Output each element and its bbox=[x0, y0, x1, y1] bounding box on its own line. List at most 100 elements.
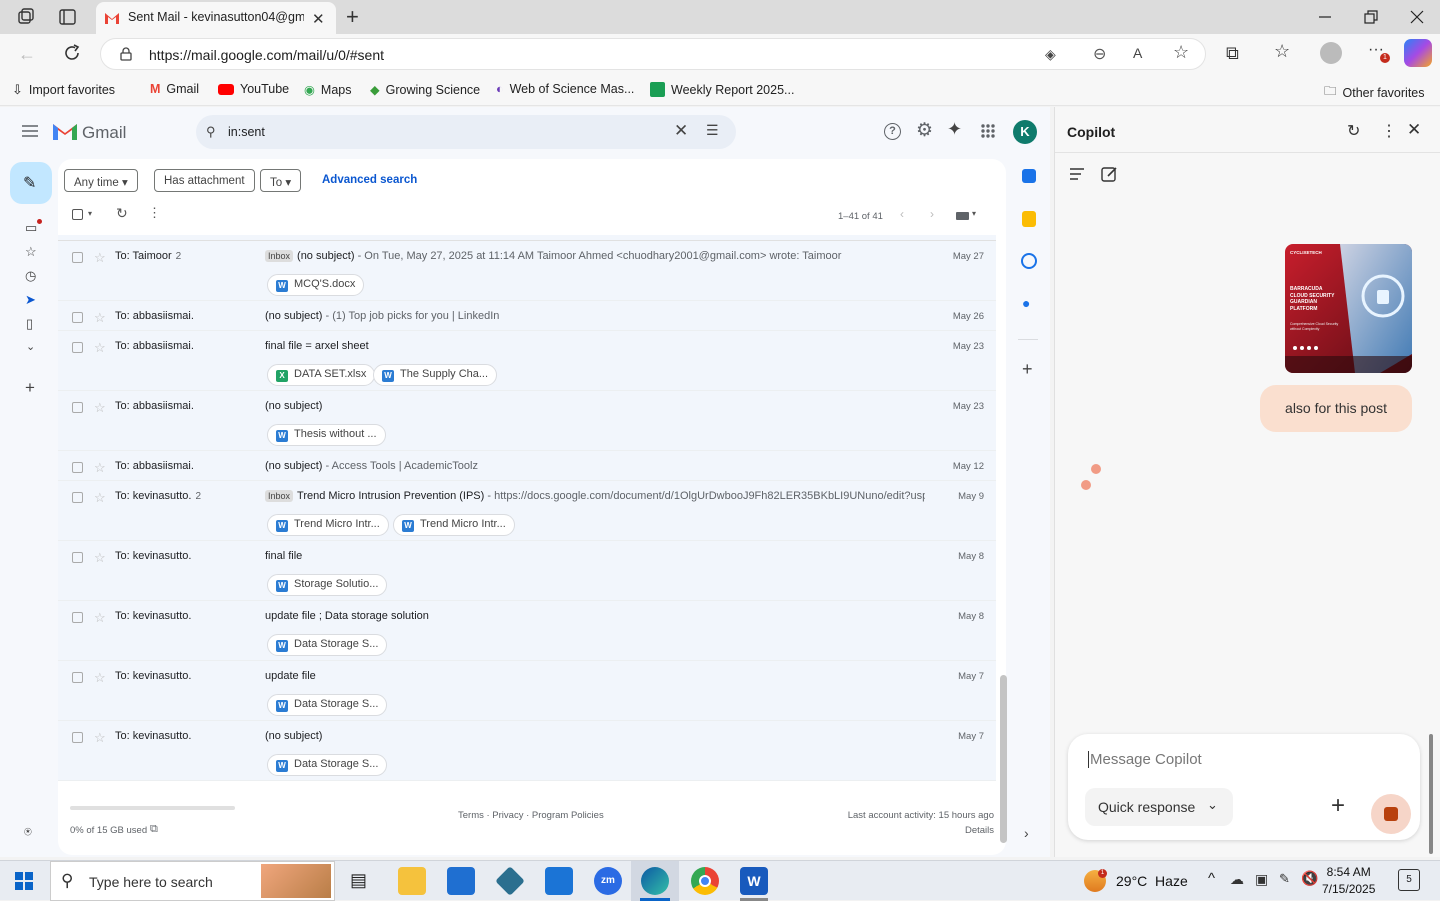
attachment-chip[interactable]: X DATA SET.xlsx bbox=[267, 364, 376, 386]
restore-icon[interactable] bbox=[1362, 8, 1380, 26]
read-aloud-icon[interactable]: A bbox=[1133, 45, 1142, 61]
table-row[interactable]: ☆ To: abbasiismai. final file = arxel sh… bbox=[58, 331, 996, 391]
table-row[interactable]: ☆ To: kevinasutto. (no subject) May 7 WD… bbox=[58, 721, 996, 781]
contacts-icon[interactable]: ● bbox=[1022, 295, 1040, 313]
table-row[interactable]: ☆ To: abbasiismai. (no subject) - Access… bbox=[58, 451, 996, 481]
apps-grid-icon[interactable] bbox=[980, 123, 996, 139]
mail-app-icon[interactable] bbox=[545, 867, 573, 895]
volume-muted-icon[interactable]: 🔇 bbox=[1301, 870, 1318, 887]
settings-gear-icon[interactable]: ⚙ bbox=[916, 119, 933, 142]
copilot-scrollbar[interactable] bbox=[1429, 734, 1433, 854]
filter-to[interactable]: To ▾ bbox=[260, 169, 302, 192]
upgrade-badge-icon[interactable]: ⍟ bbox=[24, 824, 32, 840]
star-icon[interactable]: ☆ bbox=[94, 250, 106, 266]
more-actions-icon[interactable]: ⋮ bbox=[148, 205, 161, 221]
star-icon[interactable]: ☆ bbox=[94, 490, 106, 506]
attachment-chip[interactable]: W MCQ'S.docx bbox=[267, 274, 365, 296]
profile-avatar[interactable] bbox=[1320, 42, 1342, 64]
input-tools-dropdown-icon[interactable]: ▾ bbox=[972, 209, 976, 218]
microsoft-store-icon[interactable] bbox=[447, 867, 475, 895]
attached-post-image[interactable]: CYCLIXETECH BARRACUDA CLOUD SECURITY GUA… bbox=[1285, 244, 1412, 373]
more-chevron-down-icon[interactable]: ⌄ bbox=[26, 340, 35, 353]
attachment-chip[interactable]: W Data Storage S... bbox=[267, 694, 388, 716]
attachment-chip[interactable]: W Thesis without ... bbox=[267, 424, 386, 446]
filter-has-attachment[interactable]: Has attachment bbox=[154, 169, 255, 192]
table-row[interactable]: ☆ To: kevinasutto. 2 Inbox Trend Micro Int… bbox=[58, 481, 996, 541]
refresh-mail-icon[interactable]: ↻ bbox=[116, 205, 128, 222]
notification-center-icon[interactable]: 5 bbox=[1398, 869, 1420, 891]
main-menu-icon[interactable] bbox=[22, 124, 38, 138]
help-icon[interactable]: ? bbox=[884, 123, 901, 140]
row-checkbox[interactable] bbox=[72, 612, 83, 623]
mail-list-scrollbar[interactable] bbox=[1000, 675, 1007, 843]
create-label-plus-icon[interactable]: + bbox=[25, 378, 35, 398]
star-icon[interactable]: ☆ bbox=[94, 340, 106, 356]
details-link[interactable]: Details bbox=[965, 825, 994, 836]
address-bar[interactable]: https://mail.google.com/mail/u/0/#sent ◈… bbox=[100, 38, 1206, 70]
row-checkbox[interactable] bbox=[72, 252, 83, 263]
copilot-refresh-icon[interactable]: ↻ bbox=[1347, 121, 1360, 141]
fav-web-of-science[interactable]: ◐ Web of Science Mas... bbox=[496, 82, 634, 96]
star-icon[interactable]: ☆ bbox=[94, 460, 106, 476]
fav-gmail[interactable]: M Gmail bbox=[150, 82, 199, 96]
compose-button[interactable]: ✎ bbox=[10, 162, 52, 204]
gemini-icon[interactable]: ✦ bbox=[947, 119, 962, 140]
star-icon[interactable]: ☆ bbox=[94, 730, 106, 746]
windows-start-icon[interactable] bbox=[15, 872, 33, 890]
row-checkbox[interactable] bbox=[72, 342, 83, 353]
calendar-icon[interactable] bbox=[1022, 169, 1036, 183]
newer-icon[interactable]: ‹ bbox=[900, 207, 904, 221]
new-tab-icon[interactable]: + bbox=[346, 4, 359, 30]
fav-growing-science[interactable]: ◆ Growing Science bbox=[370, 82, 480, 98]
search-bar[interactable]: ⚲ in:sent ✕ ☰ bbox=[196, 115, 736, 149]
back-icon[interactable]: ← bbox=[18, 44, 36, 65]
attachment-chip[interactable]: W Trend Micro Intr... bbox=[267, 514, 389, 536]
search-options-icon[interactable]: ☰ bbox=[706, 122, 719, 139]
chrome-browser-icon[interactable] bbox=[691, 867, 719, 895]
word-app-icon[interactable]: W bbox=[740, 867, 768, 895]
clear-search-icon[interactable]: ✕ bbox=[674, 121, 688, 141]
site-info-icon[interactable] bbox=[119, 47, 133, 61]
close-window-icon[interactable] bbox=[1408, 8, 1426, 26]
footer-links[interactable]: Terms · Privacy · Program Policies bbox=[458, 810, 604, 821]
onedrive-cloud-icon[interactable]: ☁ bbox=[1230, 871, 1244, 888]
filter-any-time[interactable]: Any time ▾ bbox=[64, 169, 138, 192]
copilot-close-icon[interactable]: ✕ bbox=[1407, 120, 1421, 140]
minimize-icon[interactable] bbox=[1316, 8, 1334, 26]
advanced-search-link[interactable]: Advanced search bbox=[322, 174, 417, 186]
table-row[interactable]: ☆ To: abbasiismai. (no subject) - (1) To… bbox=[58, 301, 996, 331]
url-text[interactable]: https://mail.google.com/mail/u/0/#sent bbox=[149, 47, 384, 63]
row-checkbox[interactable] bbox=[72, 552, 83, 563]
close-tab-icon[interactable]: ✕ bbox=[312, 10, 325, 28]
tracking-prevention-icon[interactable]: ◈ bbox=[1045, 46, 1056, 63]
refresh-icon[interactable] bbox=[62, 43, 82, 63]
search-icon[interactable]: ⚲ bbox=[206, 124, 216, 140]
taskbar-search-placeholder[interactable]: Type here to search bbox=[89, 874, 213, 890]
star-icon[interactable]: ☆ bbox=[94, 610, 106, 626]
tab-actions-icon[interactable] bbox=[58, 7, 78, 27]
system-clock[interactable]: 8:54 AM 7/15/2025 bbox=[1322, 864, 1375, 898]
gmail-logo-icon[interactable] bbox=[52, 121, 78, 141]
edge-browser-icon[interactable] bbox=[641, 867, 669, 895]
row-checkbox[interactable] bbox=[72, 732, 83, 743]
taskbar-search-box[interactable]: ⚲ Type here to search bbox=[50, 861, 335, 901]
file-explorer-icon[interactable] bbox=[398, 867, 426, 895]
weather-text[interactable]: 29°C Haze bbox=[1116, 873, 1188, 889]
attachment-chip[interactable]: W The Supply Cha... bbox=[373, 364, 498, 386]
fav-youtube[interactable]: YouTube bbox=[218, 82, 289, 96]
extensions-icon[interactable]: ⧉ bbox=[1226, 43, 1239, 64]
quick-response-dropdown[interactable]: Quick response ⌄ bbox=[1085, 788, 1233, 826]
row-checkbox[interactable] bbox=[72, 312, 83, 323]
new-chat-icon[interactable] bbox=[1101, 165, 1119, 183]
network-icon[interactable]: ▣ bbox=[1255, 871, 1268, 888]
drafts-icon[interactable]: ▯ bbox=[26, 316, 33, 332]
row-checkbox[interactable] bbox=[72, 492, 83, 503]
show-hidden-icons-chevron[interactable]: ^ bbox=[1208, 870, 1215, 887]
attachment-chip[interactable]: W Trend Micro Intr... bbox=[393, 514, 515, 536]
fav-other-favorites[interactable]: 🗀 Other favorites bbox=[1324, 82, 1425, 103]
get-addons-plus-icon[interactable]: + bbox=[1022, 359, 1040, 379]
table-row[interactable]: ☆ To: abbasiismai. (no subject) May 23 W… bbox=[58, 391, 996, 451]
account-avatar[interactable]: K bbox=[1013, 120, 1037, 144]
snoozed-clock-icon[interactable]: ◷ bbox=[25, 268, 36, 284]
open-storage-icon[interactable]: ⧉ bbox=[150, 823, 158, 836]
